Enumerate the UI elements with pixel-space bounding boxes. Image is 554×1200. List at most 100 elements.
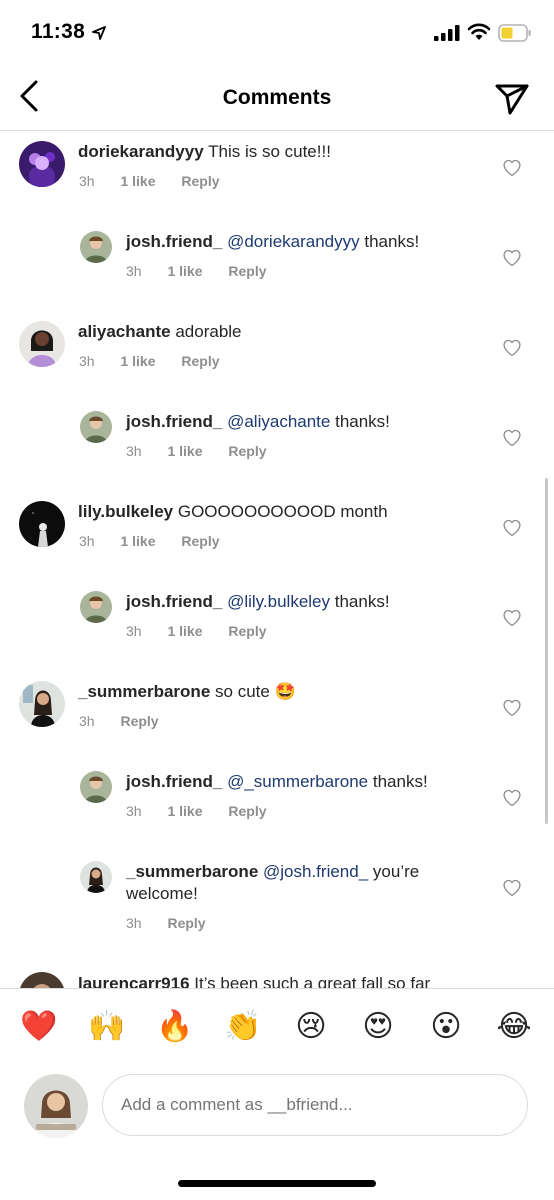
emoji-heart-eyes[interactable]: 😍	[358, 1009, 398, 1045]
comment-body: so cute 🤩	[215, 682, 296, 701]
reply-button[interactable]: Reply	[228, 443, 266, 459]
avatar[interactable]	[19, 321, 65, 367]
location-arrow-icon	[92, 26, 106, 40]
signal-icon	[434, 25, 460, 41]
avatar[interactable]	[19, 141, 65, 187]
like-heart-icon[interactable]	[502, 338, 522, 358]
like-heart-icon[interactable]	[502, 158, 522, 178]
like-heart-icon[interactable]	[502, 428, 522, 448]
emoji-crying-face[interactable]: 😢	[291, 1009, 331, 1045]
avatar[interactable]	[19, 501, 65, 547]
page-title: Comments	[222, 86, 332, 109]
comment-text: josh.friend_ @aliyachante thanks!	[126, 411, 456, 433]
comment-meta: 3h 1 like Reply	[79, 533, 242, 549]
like-heart-icon[interactable]	[502, 608, 522, 628]
comment-mention[interactable]: @lily.bulkeley	[227, 592, 330, 611]
comment-mention[interactable]: @doriekarandyyy	[227, 232, 360, 251]
avatar[interactable]	[80, 771, 112, 803]
comment-text: aliyachante adorable	[78, 321, 408, 343]
comment-likes[interactable]: 1 like	[167, 623, 202, 639]
comment-body: This is so cute!!!	[208, 142, 331, 161]
emoji-raising-hands[interactable]: 🙌	[87, 1009, 127, 1045]
comment-time: 3h	[126, 915, 142, 931]
comment-username[interactable]: josh.friend_	[126, 412, 222, 431]
comment-username[interactable]: aliyachante	[78, 322, 171, 341]
comment-text: josh.friend_ @_summerbarone thanks!	[126, 771, 456, 793]
comment-body: thanks!	[334, 592, 390, 611]
comment-text: _summerbarone @josh.friend_ you’re welco…	[126, 861, 426, 905]
avatar[interactable]	[80, 231, 112, 263]
comment-text: lily.bulkeley GOOOOOOOOOOD month	[78, 501, 408, 523]
avatar[interactable]	[80, 411, 112, 443]
comment-body: thanks!	[364, 232, 420, 251]
comment-time: 3h	[79, 533, 95, 549]
comment-username[interactable]: josh.friend_	[126, 232, 222, 251]
emoji-clapping-hands[interactable]: 👏	[223, 1009, 263, 1045]
comment-username[interactable]: lily.bulkeley	[78, 502, 173, 521]
avatar[interactable]	[80, 861, 112, 893]
comment-likes[interactable]: 1 like	[167, 803, 202, 819]
comment-meta: 3h 1 like Reply	[126, 623, 289, 639]
emoji-tears-of-joy[interactable]: 😂	[494, 1009, 534, 1045]
avatar[interactable]	[19, 972, 65, 988]
like-heart-icon[interactable]	[502, 698, 522, 718]
reply-button[interactable]: Reply	[181, 173, 219, 189]
comment-likes[interactable]: 1 like	[120, 173, 155, 189]
comment-likes[interactable]: 1 like	[167, 263, 202, 279]
reply-button[interactable]: Reply	[167, 915, 205, 931]
emoji-red-heart[interactable]: ❤️	[19, 1009, 59, 1045]
comment-username[interactable]: _summerbarone	[78, 682, 210, 701]
comment-text: _summerbarone so cute 🤩	[78, 681, 408, 703]
like-heart-icon[interactable]	[502, 248, 522, 268]
comment-meta: 3h Reply	[126, 915, 228, 931]
comment-time: 3h	[79, 173, 95, 189]
comment-username[interactable]: _summerbarone	[126, 862, 258, 881]
comments-list[interactable]: doriekarandyyy This is so cute!!! 3h 1 l…	[0, 131, 554, 988]
like-heart-icon[interactable]	[502, 518, 522, 538]
comment-username[interactable]: josh.friend_	[126, 592, 222, 611]
status-bar: 11:38	[0, 0, 554, 64]
comment-username[interactable]: josh.friend_	[126, 772, 222, 791]
comment-time: 3h	[126, 803, 142, 819]
comment-likes[interactable]: 1 like	[120, 353, 155, 369]
reply-button[interactable]: Reply	[228, 623, 266, 639]
wifi-icon	[467, 23, 491, 40]
comment-meta: 3h 1 like Reply	[79, 353, 242, 369]
comment-meta: 3h 1 like Reply	[126, 263, 289, 279]
reply-button[interactable]: Reply	[181, 533, 219, 549]
comment-meta: 3h 1 like Reply	[126, 803, 289, 819]
comment-mention[interactable]: @_summerbarone	[227, 772, 368, 791]
comment-mention[interactable]: @josh.friend_	[263, 862, 368, 881]
avatar[interactable]	[80, 591, 112, 623]
comment-username[interactable]: doriekarandyyy	[78, 142, 204, 161]
home-indicator[interactable]	[178, 1180, 376, 1187]
send-direct-icon[interactable]	[494, 80, 530, 116]
emoji-fire[interactable]: 🔥	[155, 1009, 195, 1045]
comment-time: 3h	[79, 353, 95, 369]
header-bar: Comments	[0, 64, 554, 131]
comment-mention[interactable]: @aliyachante	[227, 412, 330, 431]
comment-meta: 3h 1 like Reply	[79, 173, 242, 189]
comment-username[interactable]: laurencarr916	[78, 974, 190, 988]
comment-text: josh.friend_ @doriekarandyyy thanks!	[126, 231, 456, 253]
reply-button[interactable]: Reply	[228, 263, 266, 279]
comment-likes[interactable]: 1 like	[120, 533, 155, 549]
avatar[interactable]	[19, 681, 65, 727]
emoji-surprised-face[interactable]: 😮	[426, 1009, 466, 1045]
battery-icon	[498, 24, 531, 42]
status-time: 11:38	[31, 20, 86, 43]
reply-button[interactable]: Reply	[228, 803, 266, 819]
comment-meta: 3h 1 like Reply	[126, 443, 289, 459]
reply-button[interactable]: Reply	[181, 353, 219, 369]
comment-likes[interactable]: 1 like	[167, 443, 202, 459]
comment-body: adorable	[175, 322, 242, 341]
current-user-avatar	[24, 1074, 88, 1138]
like-heart-icon[interactable]	[502, 788, 522, 808]
comment-time: 3h	[126, 443, 142, 459]
reply-button[interactable]: Reply	[120, 713, 158, 729]
scrollbar[interactable]	[545, 478, 548, 824]
comment-input[interactable]	[102, 1074, 528, 1136]
like-heart-icon[interactable]	[502, 878, 522, 898]
comment-text: josh.friend_ @lily.bulkeley thanks!	[126, 591, 456, 613]
comment-time: 3h	[126, 263, 142, 279]
